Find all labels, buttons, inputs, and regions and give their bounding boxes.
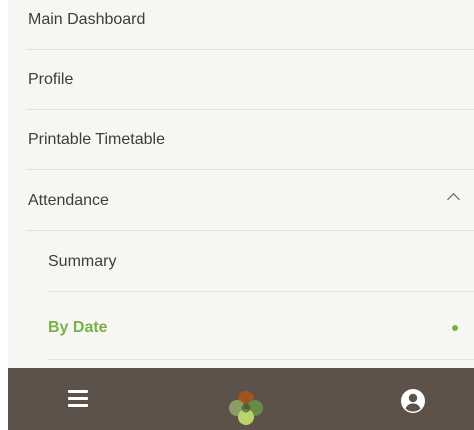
active-indicator-dot <box>452 325 458 331</box>
chevron-up-icon[interactable] <box>447 193 460 206</box>
divider <box>48 359 474 360</box>
submenu-item-summary[interactable]: Summary <box>8 232 474 292</box>
submenu-item-by-date[interactable]: By Date <box>8 296 474 360</box>
menu-item-printable-timetable[interactable]: Printable Timetable <box>8 110 474 170</box>
menu-item-label: Printable Timetable <box>28 131 165 148</box>
menu-item-attendance[interactable]: Attendance <box>8 171 474 231</box>
menu-item-label: Main Dashboard <box>28 11 146 28</box>
divider <box>26 169 474 170</box>
divider <box>26 230 474 231</box>
menu-item-label: Attendance <box>28 192 109 209</box>
bottom-navigation-bar <box>8 368 474 430</box>
hamburger-icon[interactable] <box>66 386 90 410</box>
four-leaf-logo-icon[interactable] <box>228 390 264 426</box>
submenu-item-label: By Date <box>48 319 108 336</box>
submenu-item-label: Summary <box>48 253 117 270</box>
navigation-menu: Main Dashboard Profile Printable Timetab… <box>8 0 474 368</box>
divider <box>48 291 474 292</box>
account-circle-icon[interactable] <box>400 388 426 414</box>
menu-item-profile[interactable]: Profile <box>8 50 474 110</box>
menu-item-label: Profile <box>28 71 74 88</box>
menu-item-main-dashboard[interactable]: Main Dashboard <box>8 0 474 50</box>
